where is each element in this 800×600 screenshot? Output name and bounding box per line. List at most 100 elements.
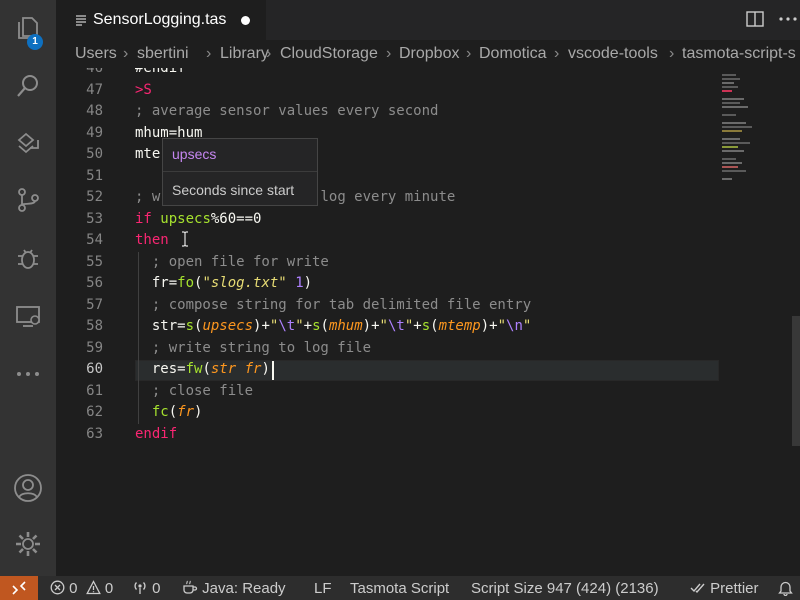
prettier-label: Prettier — [710, 580, 759, 597]
code-token: )+ — [253, 318, 270, 334]
line-number: 49 — [86, 124, 103, 141]
manage-button[interactable] — [0, 520, 56, 568]
line-number: 60 — [86, 361, 103, 377]
code-token: fr= — [135, 275, 178, 291]
breadcrumb-item[interactable]: Library — [220, 45, 269, 63]
code-token: %60==0 — [210, 210, 262, 227]
explorer-button[interactable]: 1 — [0, 4, 56, 52]
code-line[interactable]: 58 str=s(upsecs)+"\t"+s(mhum)+"\t"+s(mte… — [56, 315, 800, 337]
line-code: fc(fr) — [135, 401, 203, 423]
remote-explorer-button[interactable] — [0, 292, 56, 340]
breadcrumb-item[interactable]: tasmota-script-s — [682, 45, 796, 63]
code-token: ) — [303, 275, 313, 291]
breadcrumb-item[interactable]: CloudStorage — [280, 45, 378, 63]
code-line[interactable]: 56 fr=fo("slog.txt" 1) — [56, 272, 800, 294]
code-line[interactable]: 47 >S — [56, 79, 800, 101]
breadcrumb-item[interactable]: vscode-tools — [568, 45, 658, 63]
search-button[interactable] — [0, 62, 56, 110]
code-line[interactable]: 46 #endif — [56, 68, 800, 79]
code-token: if — [135, 210, 161, 227]
code-line[interactable]: 60 res=fw(str fr) — [56, 358, 800, 380]
prettier-button[interactable]: Prettier — [690, 580, 759, 597]
scrollbar-thumb[interactable] — [792, 316, 800, 446]
line-code: ; compose string for tab delimited file … — [135, 294, 531, 316]
line-number: 54 — [86, 232, 103, 248]
more-actions-button[interactable] — [778, 10, 798, 28]
double-check-icon — [690, 583, 705, 594]
code-line[interactable]: 57 ; compose string for tab delimited fi… — [56, 294, 800, 316]
code-line[interactable]: 63 endif — [56, 423, 800, 445]
code-line[interactable]: 54 then — [56, 229, 800, 251]
problems-button[interactable]: 0 0 — [50, 580, 113, 597]
debug-icon — [18, 249, 38, 269]
breadcrumb-item[interactable]: Domotica — [479, 45, 547, 63]
code-token: " — [404, 318, 414, 334]
tab-label: SensorLogging.tas — [93, 11, 227, 28]
split-editor-button[interactable] — [746, 10, 764, 28]
code-token: ( — [320, 318, 329, 334]
run-debug-button[interactable] — [0, 234, 56, 282]
code-token: mtemp — [438, 318, 481, 334]
line-number: 63 — [86, 425, 103, 442]
script-size[interactable]: Script Size 947 (424) (2136) — [471, 580, 659, 597]
code-token: endif — [135, 425, 178, 442]
extensions-icon — [17, 132, 39, 154]
code-line[interactable]: 48 ; average sensor values every second — [56, 100, 800, 122]
code-token: ; average sensor values every second — [135, 103, 439, 119]
code-token: "slog.txt" — [202, 275, 287, 291]
breadcrumb-item[interactable]: Users — [75, 45, 117, 63]
extensions-button[interactable] — [0, 118, 56, 166]
code-line[interactable]: 53 if upsecs%60==0 — [56, 208, 800, 230]
line-code: endif — [135, 423, 177, 445]
code-line[interactable]: 59 ; write string to log file — [56, 337, 800, 359]
split-editor-icon — [746, 11, 764, 27]
eol-button[interactable]: LF — [314, 580, 332, 597]
line-number: 48 — [86, 103, 103, 119]
code-token: " — [497, 318, 507, 334]
line-number: 56 — [86, 275, 103, 291]
line-code: fr=fo("slog.txt" 1) — [135, 272, 312, 294]
notifications-button[interactable] — [778, 580, 793, 596]
chevron-right-icon: › — [386, 45, 392, 62]
java-status: Java: Ready — [202, 580, 286, 597]
remote-indicator-button[interactable] — [0, 576, 38, 600]
code-token: >S — [135, 81, 152, 98]
code-line[interactable]: 55 ; open file for write — [56, 251, 800, 273]
ports-button[interactable]: 0 — [132, 580, 161, 597]
breadcrumb-item[interactable]: Dropbox — [399, 45, 459, 63]
line-code: str=s(upsecs)+"\t"+s(mhum)+"\t"+s(mtemp)… — [135, 315, 531, 337]
code-line[interactable]: 62 fc(fr) — [56, 401, 800, 423]
hover-tooltip: upsecs Seconds since start — [162, 138, 318, 206]
account-icon — [14, 474, 42, 502]
code-token: + — [303, 318, 313, 334]
source-control-button[interactable] — [0, 176, 56, 224]
breadcrumb-item[interactable]: sbertini — [137, 45, 189, 63]
code-token: upsecs — [202, 318, 254, 334]
chevron-right-icon: › — [123, 45, 129, 62]
warning-count: 0 — [104, 580, 114, 597]
line-number: 50 — [86, 146, 103, 162]
code-token: mte — [135, 146, 161, 162]
code-token: ; w — [135, 189, 161, 205]
unsaved-dot-icon[interactable] — [241, 16, 250, 25]
line-number: 58 — [86, 318, 103, 334]
language-mode-button[interactable]: Tasmota Script — [350, 580, 449, 597]
code-line[interactable]: 61 ; close file — [56, 380, 800, 402]
minimap[interactable] — [722, 68, 792, 188]
ports-count: 0 — [152, 580, 161, 597]
code-token: \n — [506, 318, 523, 334]
gear-icon — [16, 532, 40, 556]
hover-divider — [163, 171, 317, 172]
tab-sensorlogging[interactable]: SensorLogging.tas — [56, 0, 266, 40]
code-token: )+ — [362, 318, 380, 334]
line-number: 51 — [86, 167, 103, 184]
more-views-button[interactable] — [0, 350, 56, 398]
source-control-icon — [18, 188, 39, 212]
accounts-button[interactable] — [0, 464, 56, 512]
code-token: ; compose string for tab delimited file … — [151, 296, 532, 313]
bell-icon — [778, 581, 793, 596]
line-number: 47 — [86, 81, 103, 98]
java-status-button[interactable]: Java: Ready — [182, 580, 286, 597]
code-token: res= — [135, 361, 186, 377]
